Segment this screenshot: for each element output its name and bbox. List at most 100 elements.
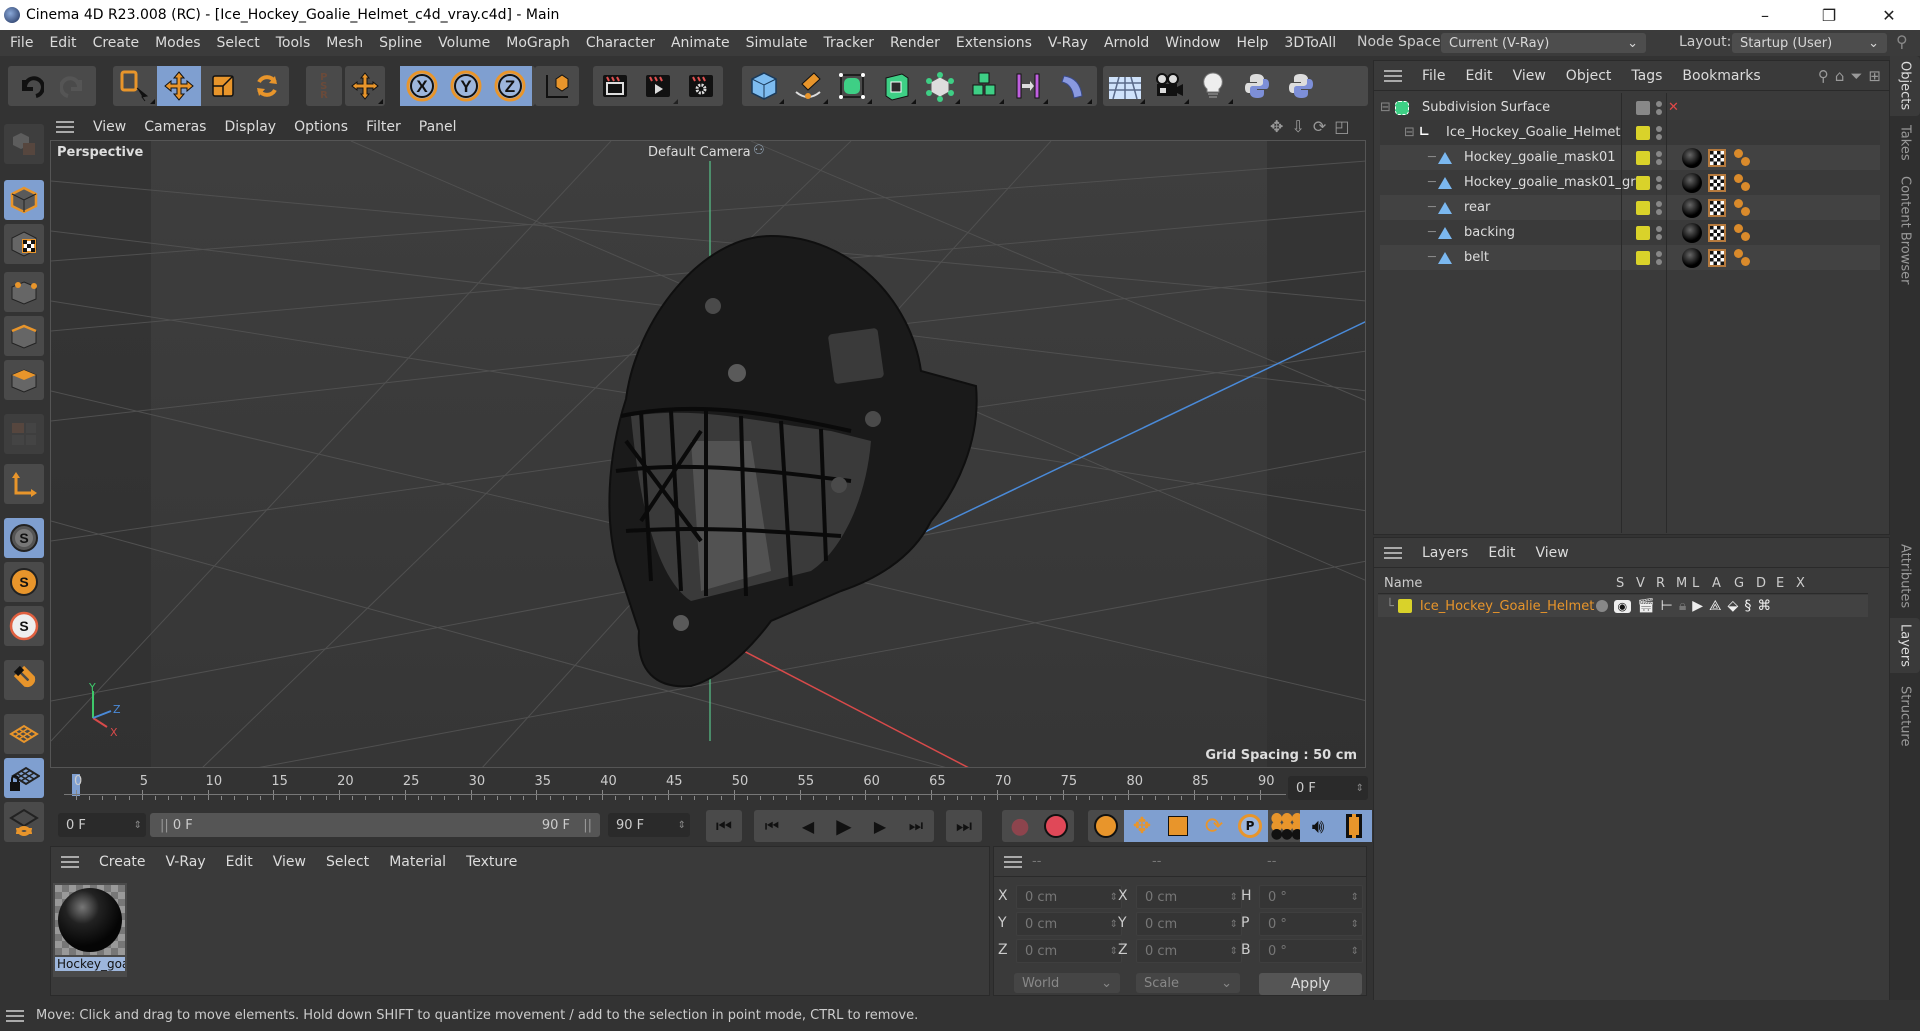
tab-layers[interactable]: Layers <box>1890 618 1920 673</box>
camera-name[interactable]: Default Camera <box>648 145 751 160</box>
menu-3dtoall[interactable]: 3DToAll <box>1276 35 1344 51</box>
layer-row[interactable]: └ Ice_Hockey_Goalie_Helmet ◉ 🎬︎ ⊢ 🔒︎ ▶ ⟁… <box>1378 595 1868 617</box>
object-row[interactable]: ─ Hockey_goalie_mask01_grid <box>1380 170 1880 195</box>
menu-simulate[interactable]: Simulate <box>738 35 816 51</box>
menu-animate[interactable]: Animate <box>663 35 738 51</box>
object-row[interactable]: ─ rear <box>1380 195 1880 220</box>
menu-help[interactable]: Help <box>1228 35 1276 51</box>
scale-tool-button[interactable] <box>201 66 245 106</box>
object-name[interactable]: belt <box>1464 250 1489 265</box>
menu-v-ray[interactable]: V-Ray <box>1040 35 1096 51</box>
toggle-layout-icon[interactable]: ◰ <box>1334 117 1349 136</box>
spinner-icon[interactable]: ⇕ <box>678 820 686 831</box>
object-name[interactable]: Ice_Hockey_Goalie_Helmet <box>1446 125 1620 140</box>
spinner-icon[interactable]: ⇕ <box>1110 919 1118 930</box>
pen-button[interactable] <box>786 66 830 106</box>
workplane-button[interactable] <box>4 714 44 754</box>
redo-button[interactable] <box>52 66 96 106</box>
visibility-dots-icon[interactable] <box>1656 200 1662 216</box>
viewport-menu-panel[interactable]: Panel <box>410 119 466 135</box>
spinner-icon[interactable]: ⇕ <box>1230 919 1238 930</box>
material-menu-view[interactable]: View <box>263 854 316 870</box>
layer-column-e[interactable]: E <box>1776 576 1784 591</box>
xref-icon[interactable]: ⌘ <box>1757 598 1771 614</box>
viewport-menu-cameras[interactable]: Cameras <box>135 119 215 135</box>
material-menu-icon[interactable] <box>61 856 79 868</box>
keyframe-selection-button[interactable] <box>1088 810 1124 842</box>
coord-field[interactable]: 0 ° ⇕ <box>1259 939 1363 963</box>
z-axis-lock-button[interactable]: Z <box>488 66 532 106</box>
render-clapper-icon[interactable]: 🎬︎ <box>1637 598 1655 614</box>
visibility-dots-icon[interactable] <box>1656 225 1662 241</box>
visibility-dots-icon[interactable] <box>1656 125 1662 141</box>
material-tag-icon[interactable] <box>1682 197 1702 218</box>
layers-menu-edit[interactable]: Edit <box>1478 545 1525 561</box>
disabled-x-icon[interactable]: ✕ <box>1668 100 1679 115</box>
snap-button[interactable] <box>4 660 44 700</box>
bend-deformer-button[interactable] <box>1050 66 1094 106</box>
subdivision-surface-button[interactable] <box>830 66 874 106</box>
polygon-mode-button[interactable] <box>4 360 44 400</box>
menu-spline[interactable]: Spline <box>371 35 430 51</box>
sound-button[interactable]: 🔊︎ <box>1300 810 1336 842</box>
spinner-icon[interactable]: ⇕ <box>1230 946 1238 957</box>
material-tag-icon[interactable] <box>1682 172 1702 193</box>
layer-column-name[interactable]: Name <box>1384 576 1422 591</box>
record-parameter-button[interactable]: P <box>1232 810 1268 842</box>
range-handle-left[interactable]: || <box>160 818 169 833</box>
locked-workplane-button[interactable] <box>4 758 44 798</box>
layout-dropdown[interactable]: Startup (User) ⌄ <box>1732 33 1887 53</box>
pan-view-icon[interactable]: ✥ <box>1270 117 1283 136</box>
menu-tracker[interactable]: Tracker <box>815 35 882 51</box>
generator-icon[interactable]: ⟁ <box>1709 598 1722 614</box>
vray-tag-icon[interactable] <box>1732 223 1752 243</box>
visibility-dots-icon[interactable] <box>1656 175 1662 191</box>
objects-menu-tags[interactable]: Tags <box>1621 68 1672 84</box>
record-scale-button[interactable] <box>1160 810 1196 842</box>
python-script-button-1[interactable] <box>1235 66 1279 106</box>
live-selection-button[interactable] <box>113 66 157 106</box>
minimize-button[interactable]: – <box>1742 0 1788 30</box>
object-name[interactable]: Hockey_goalie_mask01 <box>1464 150 1616 165</box>
start-frame-field[interactable]: 0 F ⇕ <box>58 813 146 837</box>
object-row[interactable]: ⊟ ∟ Ice_Hockey_Goalie_Helmet <box>1380 120 1880 145</box>
coord-field[interactable]: 0 ° ⇕ <box>1259 912 1363 936</box>
tab-takes[interactable]: Takes <box>1890 118 1920 168</box>
layers-menu-icon[interactable] <box>1384 546 1402 559</box>
play-button[interactable]: ▶ <box>826 810 862 842</box>
extrude-button[interactable] <box>874 66 918 106</box>
viewport-menu-icon[interactable] <box>56 121 74 133</box>
objects-menu-bookmarks[interactable]: Bookmarks <box>1672 68 1770 84</box>
spinner-icon[interactable]: ⇕ <box>134 820 142 831</box>
material-item[interactable]: Hockey_goa <box>53 883 127 977</box>
rotate-tool-button[interactable] <box>245 66 289 106</box>
home-icon[interactable]: ⌂ <box>1835 67 1845 85</box>
coord-field[interactable]: 0 ° ⇕ <box>1259 885 1363 909</box>
viewport-menu-options[interactable]: Options <box>285 119 357 135</box>
render-settings-button[interactable] <box>680 66 723 106</box>
coordinate-system-button[interactable] <box>535 66 579 106</box>
timeline-ruler[interactable]: 0 5 10 15 20 25 30 35 40 45 50 55 60 65 70 75 80 85 90 0 F… <box>50 768 1370 806</box>
material-tag-icon[interactable] <box>1682 247 1702 268</box>
floor-button[interactable] <box>1103 66 1147 106</box>
coordinates-menu-icon[interactable] <box>1004 855 1022 868</box>
vray-tag-icon[interactable] <box>1732 198 1752 218</box>
menu-mograph[interactable]: MoGraph <box>498 35 578 51</box>
tab-attributes[interactable]: Attributes <box>1890 536 1920 616</box>
menu-volume[interactable]: Volume <box>430 35 498 51</box>
uvw-tag-icon[interactable] <box>1708 173 1726 192</box>
3d-viewport[interactable]: Y Z X Perspective Default Camera ⚇ Grid … <box>50 140 1366 768</box>
render-to-picture-viewer-button[interactable] <box>636 66 679 106</box>
layer-column-a[interactable]: A <box>1712 576 1721 591</box>
x-axis-lock-button[interactable]: X <box>400 66 444 106</box>
range-handle-right[interactable]: || <box>583 818 592 833</box>
solo-selection-button[interactable]: S <box>4 606 44 646</box>
coordinate-mode-dropdown[interactable]: Scale ⌄ <box>1136 973 1240 993</box>
menu-extensions[interactable]: Extensions <box>948 35 1040 51</box>
menu-window[interactable]: Window <box>1157 35 1228 51</box>
menu-modes[interactable]: Modes <box>147 35 208 51</box>
viewport-menu-view[interactable]: View <box>84 119 135 135</box>
edit-toggle-icon[interactable] <box>1636 100 1650 115</box>
layer-column-m[interactable]: M <box>1676 576 1687 591</box>
go-to-start-button[interactable]: ⏮ <box>706 810 742 842</box>
